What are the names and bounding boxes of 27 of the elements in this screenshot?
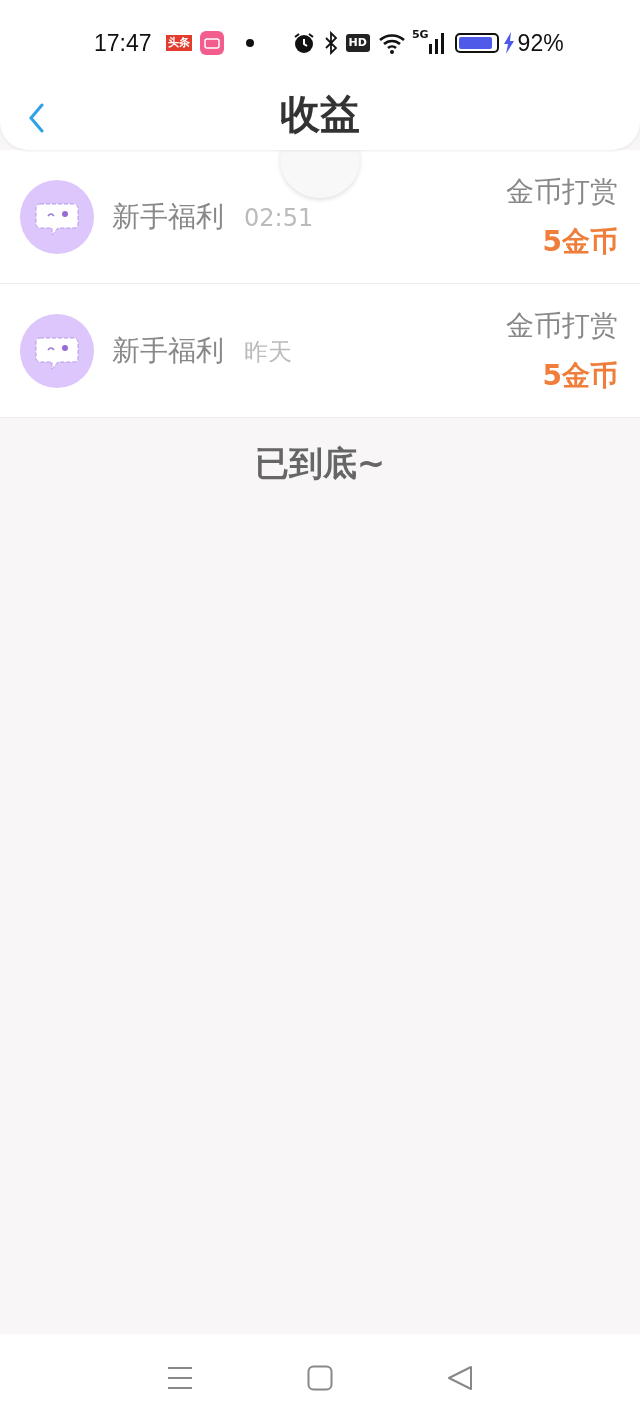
end-of-list-text: 已到底~ bbox=[254, 442, 386, 485]
hd-badge: HD bbox=[345, 34, 370, 52]
clock-time: 17:47 bbox=[94, 28, 152, 58]
reward-amount: 5金币 bbox=[542, 223, 618, 260]
record-title: 新手福利 bbox=[112, 198, 224, 235]
record-row[interactable]: 新手福利 02:51 金币打赏 5金币 bbox=[0, 150, 640, 284]
bluetooth-icon bbox=[323, 31, 338, 55]
app-icon bbox=[199, 31, 224, 55]
record-row[interactable]: 新手福利 昨天 金币打赏 5金币 bbox=[0, 284, 640, 418]
dot-icon bbox=[245, 39, 254, 47]
battery-percentage: 92% bbox=[517, 28, 564, 58]
back-triangle-icon[interactable] bbox=[447, 1365, 473, 1391]
back-icon bbox=[28, 103, 44, 133]
home-icon[interactable] bbox=[307, 1365, 333, 1391]
record-title: 新手福利 bbox=[112, 332, 224, 369]
app-badge: 头条 bbox=[165, 35, 192, 51]
signal-icon bbox=[428, 32, 445, 54]
reward-type: 金币打赏 bbox=[506, 173, 618, 210]
page-title: 收益 bbox=[280, 90, 360, 139]
reward-type: 金币打赏 bbox=[506, 307, 618, 344]
menu-icon[interactable] bbox=[167, 1366, 193, 1390]
record-time: 昨天 bbox=[244, 336, 292, 368]
network-label: 5G bbox=[411, 29, 429, 40]
record-time: 02:51 bbox=[244, 202, 314, 234]
chat-bubble-avatar-icon bbox=[20, 313, 94, 388]
reward-amount: 5金币 bbox=[542, 357, 618, 394]
chat-bubble-avatar-icon bbox=[20, 179, 94, 254]
